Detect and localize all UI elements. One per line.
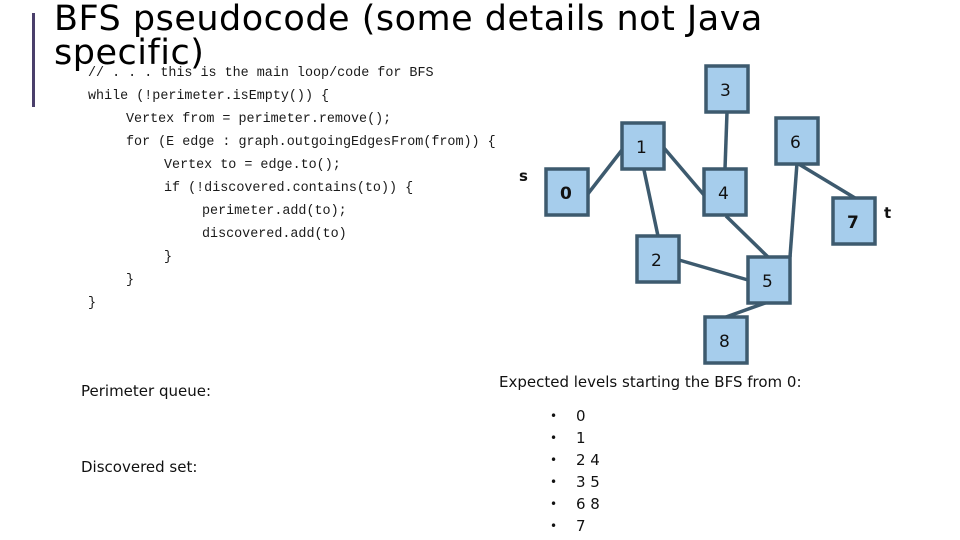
target-marker-label: t <box>884 204 891 222</box>
level-text: 6 8 <box>576 495 600 513</box>
level-text: 1 <box>576 429 586 447</box>
graph-node-label: 6 <box>790 133 801 153</box>
bullet-icon: • <box>550 475 558 489</box>
graph-node-3: 3 <box>704 64 750 114</box>
bullet-icon: • <box>550 519 558 533</box>
graph-node-7: 7 <box>831 196 877 246</box>
graph-edge-2-5 <box>678 258 749 282</box>
graph-node-label: 4 <box>718 184 729 204</box>
graph-node-label: 2 <box>651 251 662 271</box>
graph-node-label: 8 <box>719 332 730 352</box>
bullet-icon: • <box>550 497 558 511</box>
bullet-icon: • <box>550 453 558 467</box>
graph-node-label: 3 <box>720 81 731 101</box>
bullet-icon: • <box>550 431 558 445</box>
level-text: 7 <box>576 517 586 535</box>
graph-node-label: 7 <box>847 213 859 233</box>
expected-levels-list: • 0 • 1 • 2 4 • 3 5 • 6 8 • 7 <box>550 405 600 537</box>
level-item: • 1 <box>550 427 600 449</box>
graph-node-label: 5 <box>762 272 773 292</box>
graph-edge-4-5 <box>724 214 770 259</box>
discovered-set-label: Discovered set: <box>81 458 198 476</box>
graph-edge-1-4 <box>662 146 706 197</box>
level-item: • 0 <box>550 405 600 427</box>
graph-node-4: 4 <box>702 167 748 217</box>
graph-edge-3-4 <box>723 111 729 170</box>
graph-edge-1-2 <box>642 169 660 237</box>
graph-edge-0-1 <box>585 148 624 197</box>
graph-node-2: 2 <box>635 234 681 284</box>
level-text: 3 5 <box>576 473 600 491</box>
level-item: • 6 8 <box>550 493 600 515</box>
graph-node-label: 0 <box>560 184 572 204</box>
graph-node-6: 6 <box>774 116 820 166</box>
graph-node-1: 1 <box>620 121 666 171</box>
graph-edge-6-5 <box>788 162 799 258</box>
level-item: • 7 <box>550 515 600 537</box>
source-marker-label: s <box>519 167 528 185</box>
graph-edge-6-7 <box>796 161 856 200</box>
graph-node-5: 5 <box>746 255 792 305</box>
expected-levels-title: Expected levels starting the BFS from 0: <box>499 373 802 391</box>
graph-node-label: 1 <box>636 138 647 158</box>
perimeter-queue-label: Perimeter queue: <box>81 382 212 400</box>
level-text: 0 <box>576 407 586 425</box>
level-item: • 3 5 <box>550 471 600 493</box>
level-item: • 2 4 <box>550 449 600 471</box>
graph-node-8: 8 <box>703 315 749 365</box>
bullet-icon: • <box>550 409 558 423</box>
level-text: 2 4 <box>576 451 600 469</box>
graph-node-0: 0 <box>544 167 590 217</box>
